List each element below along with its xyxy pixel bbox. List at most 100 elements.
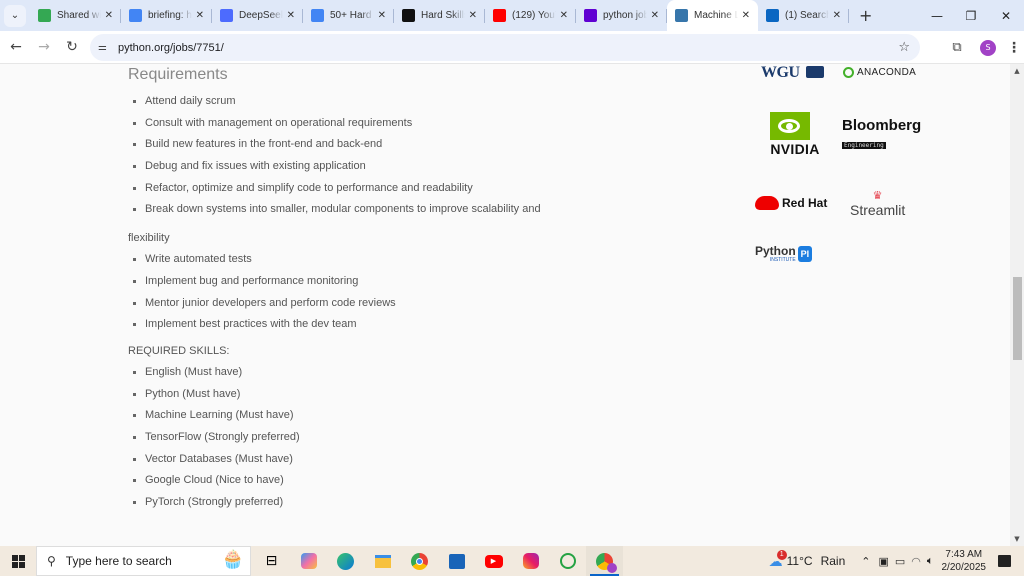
volume-icon[interactable]: 🔈︎ <box>927 555 934 568</box>
tab-title: Shared with me <box>57 10 101 21</box>
browser-tab[interactable]: (129) YouTube ✕ <box>485 0 576 31</box>
close-tab-icon[interactable]: ✕ <box>287 10 295 21</box>
weather-temp[interactable]: 11°C <box>787 554 813 568</box>
notifications-icon[interactable] <box>998 555 1011 567</box>
close-tab-icon[interactable]: ✕ <box>651 10 659 21</box>
scrollbar-thumb[interactable] <box>1013 277 1022 360</box>
skills-list: English (Must have)Python (Must have)Mac… <box>145 365 688 517</box>
close-tab-icon[interactable]: ✕ <box>378 10 386 21</box>
tab-search-button[interactable]: ⌄ <box>4 4 26 27</box>
minimize-button[interactable]: — <box>920 0 954 31</box>
profile-avatar[interactable]: S <box>980 39 996 56</box>
browser-tab[interactable]: DeepSeek ✕ <box>212 0 303 31</box>
list-item: Write automated tests <box>145 252 688 274</box>
whatsapp-icon[interactable] <box>549 546 586 576</box>
meet-now-icon[interactable]: ▣ <box>878 555 888 568</box>
close-tab-icon[interactable]: ✕ <box>560 10 568 21</box>
address-bar[interactable]: ⚌ python.org/jobs/7751/ ☆ <box>90 34 920 61</box>
browser-tab[interactable]: python jobs ✕ <box>576 0 667 31</box>
requirements-list: Attend daily scrumConsult with managemen… <box>145 94 688 224</box>
extensions-icon[interactable]: ⧉ <box>942 40 972 55</box>
weather-desc[interactable]: Rain <box>821 554 846 568</box>
tab-strip: ⌄ Shared with me✕briefing: h✕DeepSeek✕50… <box>0 0 1024 31</box>
bloomberg-logo[interactable]: Bloomberg Engineering <box>842 117 921 152</box>
scroll-down-arrow[interactable]: ▼ <box>1010 532 1024 546</box>
close-tab-icon[interactable]: ✕ <box>742 10 750 21</box>
close-window-button[interactable]: ✕ <box>988 0 1024 31</box>
close-tab-icon[interactable]: ✕ <box>469 10 477 21</box>
browser-tab[interactable]: Machine Learning ✕ <box>667 0 758 31</box>
redhat-logo[interactable]: Red Hat <box>755 196 827 210</box>
start-button[interactable] <box>0 554 36 568</box>
list-item: TensorFlow (Strongly preferred) <box>145 430 688 452</box>
deepseek-icon <box>220 9 233 22</box>
python-institute-logo[interactable]: Python INSTITUTE PI <box>755 245 813 263</box>
tab-title: DeepSeek <box>239 10 283 21</box>
close-tab-icon[interactable]: ✕ <box>833 10 841 21</box>
browser-tab[interactable]: Hard Skills ✕ <box>394 0 485 31</box>
streamlit-logo[interactable]: ♛ Streamlit <box>850 190 905 218</box>
menu-icon[interactable]: ⋮ <box>1004 40 1024 56</box>
browser-tab[interactable]: 50+ Hard ✕ <box>303 0 394 31</box>
weather-icon[interactable]: ☁ 1 <box>769 549 787 570</box>
bookmark-star-icon[interactable]: ☆ <box>898 40 910 55</box>
instagram-icon[interactable] <box>512 546 549 576</box>
file-explorer-icon[interactable] <box>364 546 401 576</box>
list-item: Implement bug and performance monitoring <box>145 274 688 296</box>
youtube-icon[interactable]: ▶ <box>475 546 512 576</box>
scroll-up-arrow[interactable]: ▲ <box>1010 64 1024 78</box>
list-item: Vector Databases (Must have) <box>145 452 688 474</box>
chrome-profile-icon[interactable] <box>586 546 623 576</box>
browser-tab[interactable]: briefing: h ✕ <box>121 0 212 31</box>
list-item: Attend daily scrum <box>145 94 688 116</box>
close-tab-icon[interactable]: ✕ <box>105 10 113 21</box>
forward-button[interactable]: → <box>30 33 58 61</box>
restore-button[interactable]: ❐ <box>954 0 988 31</box>
task-view-button[interactable]: ⊟ <box>253 546 290 576</box>
list-item: PyTorch (Strongly preferred) <box>145 495 688 517</box>
linkedin-icon <box>766 9 779 22</box>
nvidia-eye-icon <box>770 112 810 140</box>
new-tab-button[interactable]: + <box>859 6 872 25</box>
browser-toolbar: ← → ↻ ⚌ python.org/jobs/7751/ ☆ ⧉ S ⋮ <box>0 31 1024 64</box>
nvidia-logo[interactable]: NVIDIA <box>765 112 825 157</box>
windows-logo-icon <box>11 554 25 568</box>
anaconda-ring-icon <box>843 67 854 78</box>
copilot-icon[interactable] <box>290 546 327 576</box>
chevron-up-icon[interactable]: ⌃ <box>861 555 870 568</box>
close-tab-icon[interactable]: ✕ <box>196 10 204 21</box>
taskbar-search[interactable]: ⚲ Type here to search 🧁 <box>36 546 251 576</box>
edge-icon[interactable] <box>327 546 364 576</box>
url-text[interactable]: python.org/jobs/7751/ <box>118 42 224 54</box>
tab-title: (129) YouTube <box>512 10 556 21</box>
wifi-icon[interactable]: ◠ <box>911 555 921 568</box>
yahoo-icon <box>584 9 597 22</box>
list-item: English (Must have) <box>145 365 688 387</box>
chrome-icon[interactable] <box>401 546 438 576</box>
list-item: Refactor, optimize and simplify code to … <box>145 181 688 203</box>
browser-tab[interactable]: Shared with me ✕ <box>30 0 121 31</box>
pi-badge: PI <box>797 246 813 262</box>
wgu-logo[interactable]: WGU <box>761 64 824 82</box>
clock[interactable]: 7:43 AM 2/20/2025 <box>942 548 987 574</box>
anaconda-logo[interactable]: ANACONDA <box>843 67 916 78</box>
back-button[interactable]: ← <box>2 33 30 61</box>
page-scrollbar[interactable]: ▲ ▼ <box>1010 64 1024 546</box>
skills-heading: REQUIRED SKILLS: <box>128 344 230 357</box>
tab-separator <box>848 9 849 23</box>
reload-button[interactable]: ↻ <box>58 33 86 61</box>
list-item: Mentor junior developers and perform cod… <box>145 296 688 318</box>
microsoft-store-icon[interactable] <box>438 546 475 576</box>
continuation-text: flexibility <box>128 232 170 245</box>
browser-tab[interactable]: (1) Search ✕ <box>758 0 849 31</box>
list-item: Consult with management on operational r… <box>145 116 688 138</box>
reload-icon: ↻ <box>66 39 78 55</box>
muffin-doodle-icon: 🧁 <box>221 549 244 570</box>
list-item: Python (Must have) <box>145 387 688 409</box>
battery-icon[interactable]: ▭ <box>895 555 905 568</box>
streamlit-crown-icon: ♛ <box>872 190 883 202</box>
site-info-icon[interactable]: ⚌ <box>98 42 114 53</box>
tab-title: Machine Learning <box>694 10 738 21</box>
tab-title: (1) Search <box>785 10 829 21</box>
weather-badge: 1 <box>776 549 787 560</box>
